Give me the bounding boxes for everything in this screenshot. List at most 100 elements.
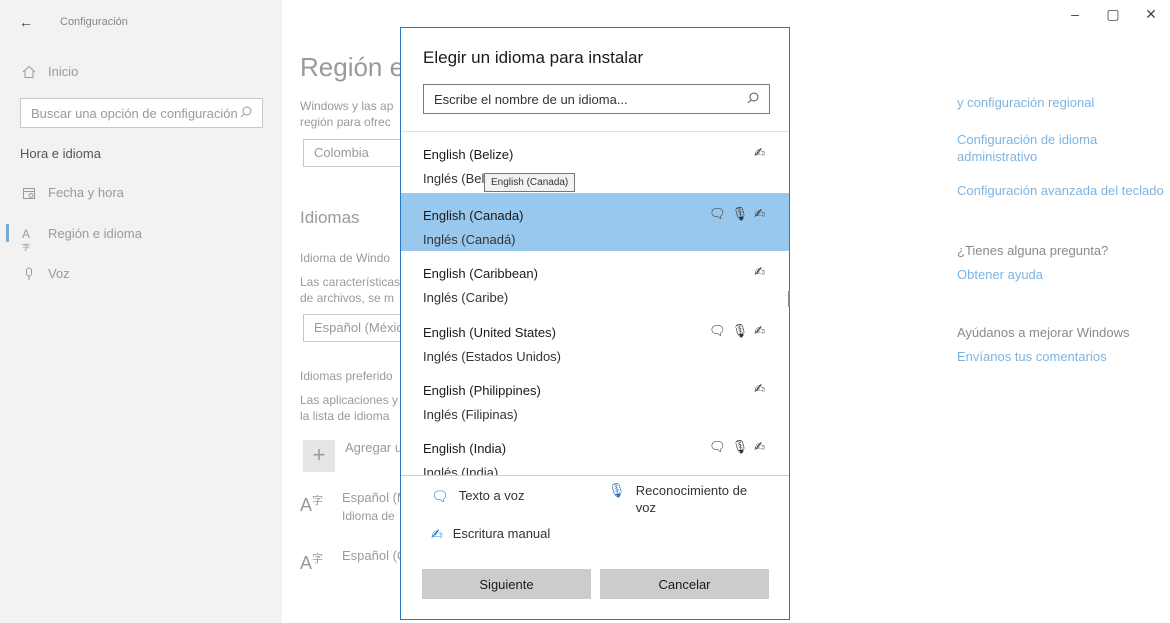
- close-button[interactable]: ✕: [1132, 6, 1170, 23]
- display-language-desc-line2: de archivos, se m: [300, 291, 395, 305]
- display-language-desc: Las características: [300, 275, 400, 289]
- admin-language-link-line2[interactable]: administrativo: [957, 148, 1037, 165]
- cancel-button[interactable]: Cancelar: [600, 569, 769, 599]
- search-icon: [747, 92, 759, 107]
- language-name: English (Canada): [423, 208, 524, 223]
- handwriting-icon: ✍: [754, 206, 765, 221]
- selected-indicator: [6, 224, 9, 242]
- preferred-language-name[interactable]: Español (M: [342, 490, 400, 506]
- speech-recognition-icon: 🎙: [731, 206, 749, 221]
- page-title: Región e: [300, 52, 400, 82]
- choose-language-dialog: Elegir un idioma para instalar Escribe e…: [400, 27, 790, 620]
- handwriting-icon: ✍: [754, 439, 765, 454]
- text-to-speech-icon: 🗨: [709, 206, 726, 221]
- language-native-name: Inglés (India): [423, 465, 499, 475]
- sidebar-item-region-language[interactable]: A字 Región e idioma: [22, 226, 142, 252]
- language-native-name: Inglés (Estados Unidos): [423, 349, 562, 364]
- handwriting-icon: ✍: [754, 264, 765, 279]
- text-to-speech-icon: 🗨: [709, 439, 726, 454]
- display-language-label: Idioma de Windo: [300, 251, 391, 265]
- preferred-languages-desc-line2: la lista de idioma: [300, 409, 390, 423]
- search-placeholder: Buscar una opción de configuración: [31, 105, 238, 121]
- legend-handwriting: ✍ Escritura manual: [431, 526, 550, 543]
- country-dropdown[interactable]: Colombia: [303, 139, 400, 167]
- feedback-link[interactable]: Envíanos tus comentarios: [957, 348, 1107, 365]
- sidebar-item-label: Región e idioma: [48, 226, 142, 241]
- legend-label-line2: voz: [635, 500, 657, 515]
- preferred-language-sub: Idioma de: [342, 509, 395, 523]
- legend-label: Texto a voz: [458, 488, 525, 503]
- legend-speech-recognition: 🎙 Reconocimiento de voz: [608, 482, 747, 516]
- preferred-language-name[interactable]: Español (C: [342, 548, 400, 564]
- sidebar-item-date-time[interactable]: Fecha y hora: [22, 185, 124, 200]
- advanced-keyboard-link[interactable]: Configuración avanzada del teclado: [957, 182, 1164, 199]
- language-icon: A字: [300, 553, 324, 573]
- legend-text-to-speech: 🗨 Texto a voz: [431, 488, 525, 505]
- sidebar-item-voice[interactable]: Voz: [22, 266, 70, 281]
- language-tooltip: English (Canada): [484, 173, 576, 192]
- language-list[interactable]: English (Belize) Inglés (Belice) ✍ Engli…: [401, 131, 789, 475]
- search-icon: [240, 106, 252, 121]
- language-search-input[interactable]: Escribe el nombre de un idioma...: [423, 84, 770, 114]
- language-item-canada[interactable]: English (Canada) Inglés (Canadá) 🗨 🎙 ✍: [401, 193, 789, 251]
- handwriting-icon: ✍: [754, 381, 765, 396]
- display-language-dropdown[interactable]: Español (México: [303, 314, 400, 342]
- back-arrow-icon[interactable]: ←: [19, 14, 33, 30]
- sidebar-item-label: Fecha y hora: [48, 185, 124, 200]
- handwriting-icon: ✍: [754, 323, 765, 338]
- language-native-name: Inglés (Canadá): [423, 232, 516, 247]
- add-language-plus-icon[interactable]: +: [303, 440, 335, 472]
- dialog-divider: [401, 475, 789, 476]
- improve-heading: Ayúdanos a mejorar Windows: [957, 325, 1130, 340]
- language-native-name: Inglés (Filipinas): [423, 407, 518, 422]
- language-native-name: Inglés (Caribe): [423, 290, 509, 305]
- page-description: Windows y las ap: [300, 99, 394, 113]
- speech-recognition-icon: 🎙: [731, 439, 749, 454]
- list-scrollbar[interactable]: [788, 291, 790, 307]
- window-controls: – ▢ ✕: [1056, 6, 1170, 23]
- dialog-title: Elegir un idioma para instalar: [423, 48, 644, 67]
- language-item-india[interactable]: English (India) Inglés (India) 🗨 🎙 ✍: [401, 426, 789, 475]
- language-icon: A字: [300, 495, 324, 515]
- admin-language-link[interactable]: Configuración de idioma: [957, 131, 1097, 148]
- language-name: English (United States): [423, 325, 556, 340]
- region-language-page: Región e Windows y las ap región para of…: [300, 0, 400, 623]
- handwriting-icon: ✍: [754, 145, 765, 160]
- page-description-line2: región para ofrec: [300, 115, 391, 129]
- preferred-languages-desc: Las aplicaciones y: [300, 393, 399, 407]
- regional-settings-link[interactable]: y configuración regional: [957, 94, 1094, 111]
- next-button[interactable]: Siguiente: [422, 569, 591, 599]
- language-name: English (Belize): [423, 147, 514, 162]
- window-title: Configuración: [60, 16, 128, 28]
- text-to-speech-icon: 🗨: [709, 323, 726, 338]
- language-icon: A字: [22, 226, 31, 252]
- speech-recognition-icon: 🎙: [731, 323, 749, 338]
- settings-sidebar: ← Configuración Inicio Buscar una opción…: [0, 0, 282, 623]
- speech-recognition-icon: 🎙: [608, 482, 626, 498]
- preferred-languages-label: Idiomas preferido: [300, 369, 393, 383]
- sidebar-item-label: Voz: [48, 266, 70, 281]
- language-name: English (Philippines): [423, 383, 541, 398]
- language-name: English (Caribbean): [423, 266, 538, 281]
- language-item-belize[interactable]: English (Belize) Inglés (Belice) ✍: [401, 132, 789, 190]
- language-search-placeholder: Escribe el nombre de un idioma...: [434, 91, 628, 107]
- sidebar-item-home[interactable]: Inicio: [22, 64, 78, 79]
- calendar-icon: [22, 186, 36, 200]
- minimize-button[interactable]: –: [1056, 6, 1094, 23]
- languages-heading: Idiomas: [300, 208, 360, 227]
- home-icon: [22, 65, 36, 79]
- language-name: English (India): [423, 441, 507, 456]
- maximize-button[interactable]: ▢: [1094, 6, 1132, 23]
- language-item-caribbean[interactable]: English (Caribbean) Inglés (Caribe) ✍: [401, 251, 789, 309]
- language-item-united-states[interactable]: English (United States) Inglés (Estados …: [401, 310, 789, 368]
- sidebar-section-heading: Hora e idioma: [20, 146, 101, 161]
- sidebar-item-label: Inicio: [48, 64, 79, 79]
- language-item-philippines[interactable]: English (Philippines) Inglés (Filipinas)…: [401, 368, 789, 426]
- add-language-button[interactable]: Agregar u: [345, 440, 400, 455]
- question-heading: ¿Tienes alguna pregunta?: [957, 243, 1109, 258]
- settings-search-input[interactable]: Buscar una opción de configuración: [20, 98, 263, 128]
- legend-label: Escritura manual: [452, 526, 551, 541]
- handwriting-icon: ✍: [431, 526, 443, 542]
- legend-label: Reconocimiento de: [635, 483, 748, 498]
- get-help-link[interactable]: Obtener ayuda: [957, 266, 1043, 283]
